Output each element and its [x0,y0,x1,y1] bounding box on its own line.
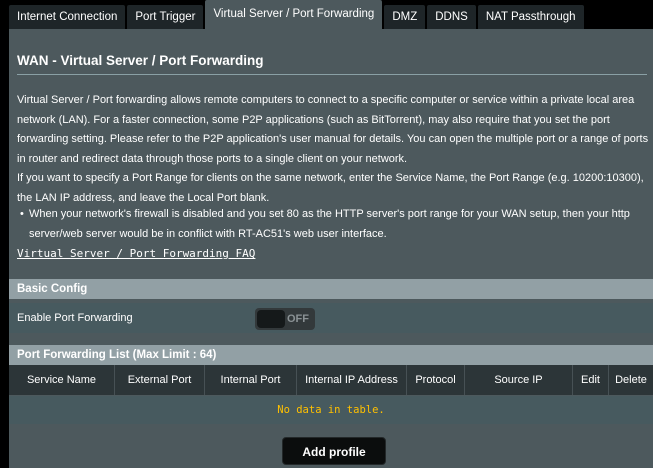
tab-internet-connection[interactable]: Internet Connection [9,5,126,29]
column-service-name: Service Name [9,365,115,395]
add-profile-button[interactable]: Add profile [282,437,386,465]
tab-nat-passthrough[interactable]: NAT Passthrough [477,5,584,29]
tab-port-trigger[interactable]: Port Trigger [127,5,204,29]
column-internal-ip: Internal IP Address [297,365,407,395]
enable-port-forwarding-row: Enable Port Forwarding OFF [9,303,653,333]
tab-virtual-server[interactable]: Virtual Server / Port Forwarding [205,0,383,29]
tab-dmz[interactable]: DMZ [384,5,426,29]
content-panel: WAN - Virtual Server / Port Forwarding V… [9,29,653,468]
description-paragraph: Virtual Server / Port forwarding allows … [17,94,649,165]
column-internal-port: Internal Port [205,365,297,395]
port-forwarding-table-header: Service Name External Port Internal Port… [9,365,653,395]
toggle-state-label: OFF [287,313,309,325]
firewall-note-text: When your network's firewall is disabled… [29,208,630,240]
column-delete: Delete [615,374,647,386]
empty-table-message: No data in table. [9,396,653,424]
column-edit: Edit [573,365,609,395]
toggle-knob [257,310,285,328]
column-protocol: Protocol [407,365,465,395]
faq-link[interactable]: Virtual Server / Port Forwarding FAQ [17,247,255,260]
basic-config-header: Basic Config [9,279,653,299]
bullet-icon: • [20,208,24,220]
title-divider [17,74,647,75]
description: Virtual Server / Port forwarding allows … [17,91,651,208]
page-title: WAN - Virtual Server / Port Forwarding [17,53,264,68]
enable-port-forwarding-label: Enable Port Forwarding [17,312,133,324]
tab-bar: Internet Connection Port Trigger Virtual… [9,0,586,29]
enable-port-forwarding-toggle[interactable]: OFF [255,308,315,330]
description-port-range: If you want to specify a Port Range for … [17,172,644,204]
port-forwarding-list-header: Port Forwarding List (Max Limit : 64) [9,345,653,365]
firewall-note: • When your network's firewall is disabl… [17,205,651,244]
column-external-port: External Port [115,365,205,395]
tab-ddns[interactable]: DDNS [427,5,476,29]
column-source-ip: Source IP [465,365,573,395]
